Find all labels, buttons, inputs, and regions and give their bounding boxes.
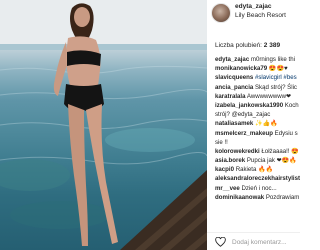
- comment-row: nataliasamek ✨👍🔥: [215, 119, 300, 128]
- reef-patch: [10, 201, 110, 229]
- comment-text: strój? @edyta_zajac: [215, 111, 271, 119]
- comment-text: ✨👍🔥: [254, 120, 278, 128]
- comment-row-continued: strój? @edyta_zajac: [215, 110, 300, 119]
- comment-row: kolorowekredki Łołżaaaa!! 😍: [215, 147, 300, 156]
- comment-text: sie !!: [215, 138, 228, 146]
- reef-patch: [105, 128, 195, 152]
- comment-username[interactable]: msmelcerz_makeup: [215, 130, 273, 137]
- comment-username[interactable]: karatralala: [215, 93, 246, 100]
- comment-row: karatralala Awwwwwwww❤: [215, 92, 300, 101]
- comment-row: slavicqueens #slavicgirl #bes: [215, 73, 300, 82]
- comment-row: monikanowicka79 😍😍♥: [215, 64, 300, 73]
- comment-row-continued: sie !!: [215, 138, 300, 147]
- comment-bar: [207, 232, 300, 250]
- post-sidebar: edyta_zajac Lily Beach Resort Liczba pol…: [207, 0, 300, 250]
- reef-patch: [0, 159, 70, 191]
- photo-scene: [0, 0, 207, 250]
- post-photo[interactable]: [0, 0, 207, 250]
- comment-row: asia.borek Pupcia jak ❤😍🔥: [215, 156, 300, 165]
- comment-text: Awwwwwwww❤: [246, 92, 292, 100]
- comment-row: ancia_pancia Skąd strój? Ślic: [215, 83, 300, 92]
- comment-username[interactable]: ancia_pancia: [215, 84, 253, 91]
- comment-row: izabela_jankowska1990 Koch: [215, 101, 300, 110]
- likes-count[interactable]: Liczba polubień: 2 389: [215, 42, 280, 49]
- comment-username[interactable]: slavicqueens: [215, 74, 253, 81]
- comment-username[interactable]: izabela_jankowska1990: [215, 102, 283, 109]
- comment-text: Edysiu s: [274, 129, 298, 137]
- comment-text: Łołżaaaa!! 😍: [261, 147, 299, 155]
- comment-row: edyta_zajac m0rnings like thi: [215, 55, 300, 64]
- heart-outline-icon[interactable]: [215, 237, 226, 247]
- comment-input[interactable]: [232, 236, 298, 248]
- comment-row: aleksandraloreczekhairstylist: [215, 174, 300, 183]
- sky: [0, 0, 207, 44]
- likes-label: Liczba polubień:: [215, 42, 262, 49]
- comment-row: msmelcerz_makeup Edysiu s: [215, 129, 300, 138]
- comment-row: dominikaanowak Pozdrawiam: [215, 193, 300, 202]
- comment-text: Skąd strój? Ślic: [254, 83, 297, 91]
- comment-username[interactable]: asia.borek: [215, 157, 245, 164]
- comment-text: Pupcia jak ❤😍🔥: [246, 157, 297, 165]
- comment-list: edyta_zajac m0rnings like thi monikanowi…: [215, 55, 300, 202]
- wooden-deck: [120, 170, 207, 250]
- comment-text: Dzień i noc...: [241, 184, 277, 192]
- comment-text: Koch: [284, 101, 299, 109]
- comment-hashtags[interactable]: #slavicgirl #bes: [255, 74, 297, 81]
- comment-username[interactable]: edyta_zajac: [215, 56, 249, 63]
- post-header: edyta_zajac Lily Beach Resort: [207, 0, 300, 30]
- comment-text: 😍😍♥: [268, 65, 288, 73]
- post-location[interactable]: Lily Beach Resort: [235, 12, 286, 19]
- comment-username[interactable]: monikanowicka79: [215, 65, 267, 72]
- comment-text: Rakieta 🔥🔥: [235, 166, 274, 174]
- comment-username[interactable]: nataliasamek: [215, 120, 253, 127]
- comment-text: m0rnings like thi: [250, 56, 295, 63]
- comment-row: kacpi0 Rakieta 🔥🔥: [215, 165, 300, 174]
- avatar[interactable]: [211, 3, 231, 23]
- likes-number: 2 389: [263, 42, 281, 49]
- comment-username[interactable]: kolorowekredki: [215, 148, 260, 155]
- comment-username[interactable]: aleksandraloreczekhairstylist: [215, 175, 300, 182]
- comment-text: Pozdrawiam: [265, 193, 300, 201]
- comment-username[interactable]: kacpi0: [215, 166, 234, 173]
- comment-username[interactable]: mr__vee: [215, 185, 240, 192]
- comment-username[interactable]: dominikaanowak: [215, 194, 264, 201]
- horizon: [0, 44, 207, 50]
- comment-row: mr__vee Dzień i noc...: [215, 184, 300, 193]
- post-username[interactable]: edyta_zajac: [235, 3, 272, 10]
